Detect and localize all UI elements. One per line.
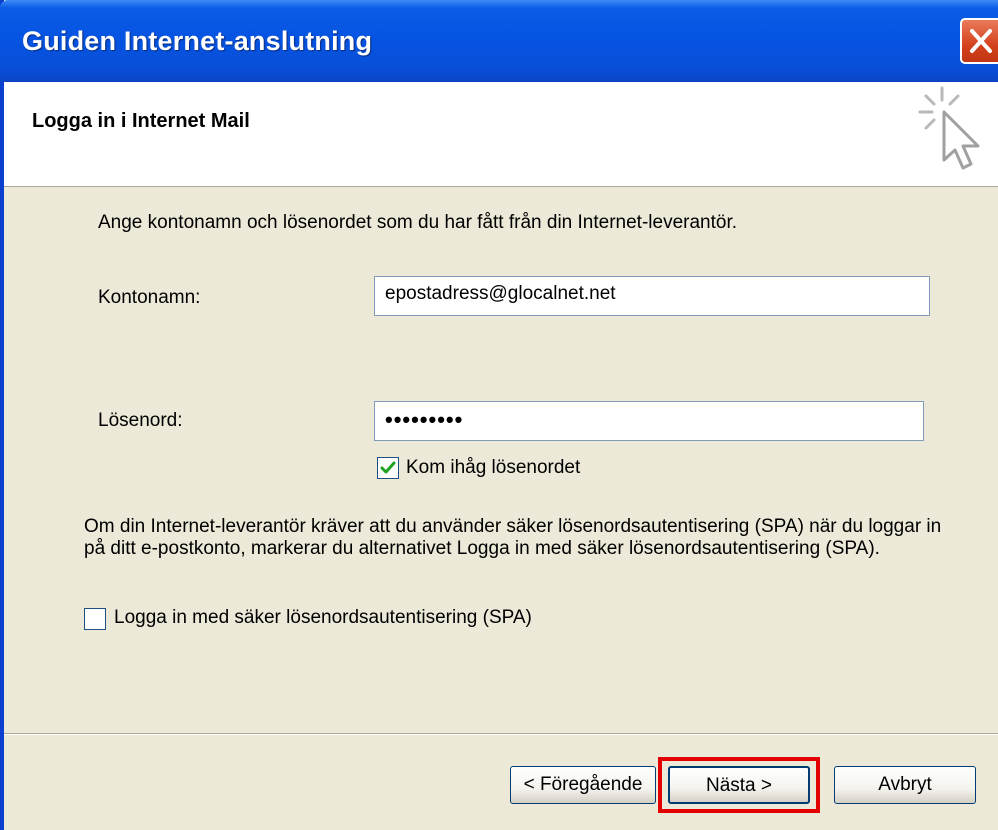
spa-description: Om din Internet-leverantör kräver att du… [84,516,942,559]
cancel-button[interactable]: Avbryt [834,766,976,804]
close-button[interactable] [960,18,998,64]
cursor-sparkle-icon [912,82,998,189]
password-label: Lösenord: [98,410,183,431]
account-name-value: epostadress@glocalnet.net [385,283,616,304]
back-button[interactable]: < Föregående [510,766,656,804]
password-input[interactable]: ••••••••• [374,401,924,441]
window-title: Guiden Internet-anslutning [22,26,373,56]
password-mask: ••••••••• [385,407,464,432]
highlight-box [658,757,820,813]
remember-password-label[interactable]: Kom ihåg lösenordet [406,457,580,479]
spa-checkbox[interactable] [84,608,106,630]
instruction-text: Ange kontonamn och lösenordet som du har… [98,212,737,233]
spa-label[interactable]: Logga in med säker lösenordsautentiserin… [114,607,532,629]
title-bar[interactable]: Guiden Internet-anslutning [0,0,998,82]
wizard-header: Logga in i Internet Mail [4,82,998,187]
page-title: Logga in i Internet Mail [32,110,250,132]
account-label: Kontonamn: [98,287,201,308]
account-name-input[interactable]: epostadress@glocalnet.net [374,276,930,316]
checkmark-icon [380,461,396,474]
remember-password-checkbox[interactable] [377,457,399,479]
dialog-window: Guiden Internet-anslutning Logga in i In… [0,0,998,830]
footer-separator [4,733,998,735]
